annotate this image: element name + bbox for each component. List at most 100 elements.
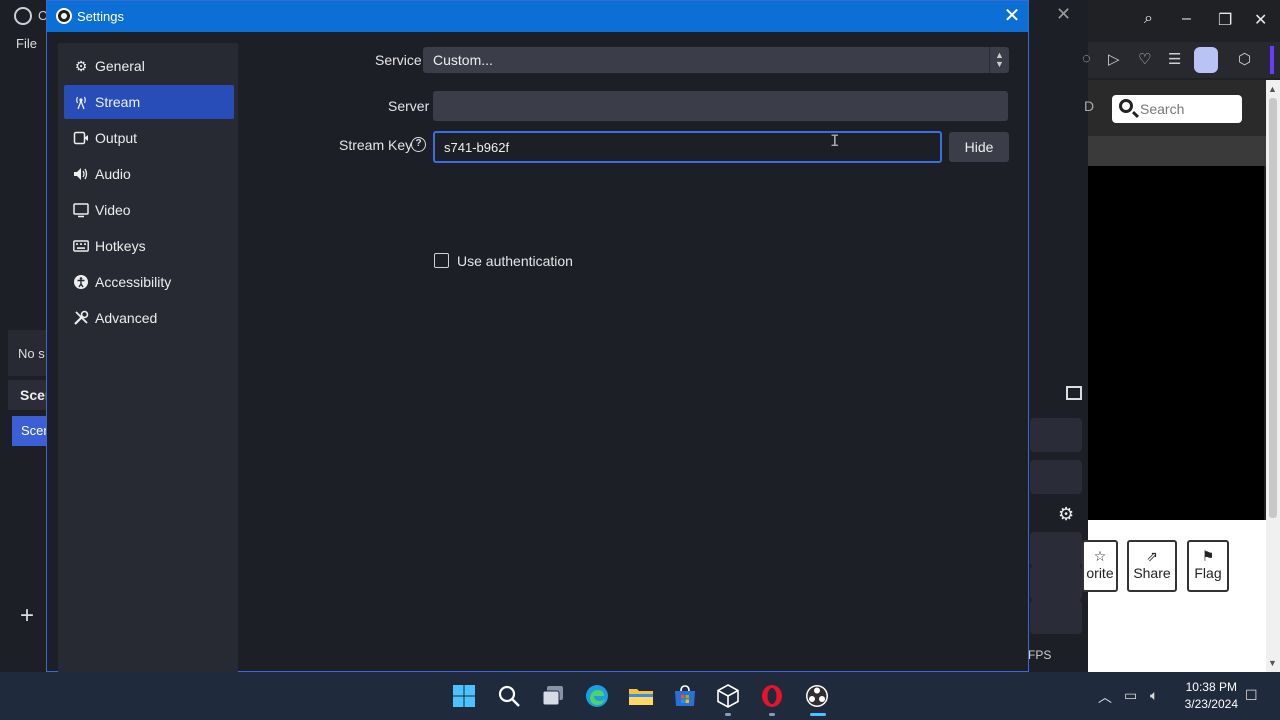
volume-icon[interactable]: 🔈︎ <box>1150 687 1158 704</box>
active-indicator <box>810 713 826 716</box>
play-icon[interactable]: ▷ <box>1108 50 1120 68</box>
use-authentication-label[interactable]: Use authentication <box>457 253 573 269</box>
nav-label: Audio <box>95 166 131 182</box>
use-authentication-checkbox[interactable] <box>434 253 449 268</box>
share-button[interactable]: ⇗ Share <box>1127 540 1177 592</box>
nav-label: General <box>95 58 145 74</box>
tray-chevron-up-icon[interactable]: ︿ <box>1098 687 1112 707</box>
opera-icon[interactable] <box>760 684 784 708</box>
service-label: Service <box>375 52 422 68</box>
gear-icon[interactable]: ⚙ <box>1058 504 1074 525</box>
restore-icon[interactable]: ❐ <box>1218 10 1232 30</box>
nav-label: Advanced <box>95 310 158 326</box>
site-search-input[interactable]: Search <box>1112 95 1242 123</box>
taskbar-search-icon[interactable] <box>497 684 521 708</box>
task-view-icon[interactable] <box>541 684 565 708</box>
edge-browser-icon[interactable] <box>585 684 609 708</box>
list-icon[interactable]: ☰ <box>1168 50 1181 68</box>
running-indicator <box>769 713 775 716</box>
close-icon[interactable]: ✕ <box>1254 10 1267 30</box>
toolbar-partial-icon[interactable]: ◌ <box>1082 50 1091 67</box>
nav-label: Stream <box>95 94 141 110</box>
nav-stream[interactable]: Stream <box>64 85 234 119</box>
controls-button[interactable] <box>1030 460 1082 494</box>
search-icon <box>1119 99 1133 113</box>
taskbar: ︿ ▭ 🔈︎ 10:38 PM 3/23/2024 ☐ <box>0 672 1280 720</box>
menu-file[interactable]: File <box>16 36 37 51</box>
page-nav-band <box>1088 136 1268 166</box>
running-indicator <box>725 713 731 716</box>
nav-video[interactable]: Video <box>64 193 234 227</box>
output-icon <box>72 130 90 146</box>
share-label: Share <box>1133 565 1171 581</box>
clock-date[interactable]: 3/23/2024 <box>1180 697 1238 711</box>
obs-taskbar-icon[interactable] <box>805 684 829 708</box>
windows-start-icon[interactable] <box>452 684 476 708</box>
file-explorer-icon[interactable] <box>628 684 653 708</box>
browser-toolbar: ◌ ▷ ♡ ☰ ⬡ <box>1082 42 1280 78</box>
page-scrollbar[interactable]: ▲ ▼ <box>1266 80 1280 672</box>
obs-close-icon[interactable]: ✕ <box>1056 4 1071 25</box>
network-icon[interactable]: ▭ <box>1124 687 1137 704</box>
no-source-text: No s <box>18 346 45 361</box>
service-select[interactable]: Custom... ▲ ▼ <box>423 47 1009 73</box>
video-player[interactable] <box>1088 166 1264 520</box>
settings-dialog: Settings ✕ ⚙ General Stream Output Audio <box>46 0 1029 673</box>
controls-button[interactable] <box>1030 566 1082 600</box>
unity-cube-icon[interactable] <box>716 684 740 708</box>
help-icon[interactable]: ? <box>411 137 426 152</box>
controls-button[interactable] <box>1030 532 1082 566</box>
close-button[interactable]: ✕ <box>997 3 1027 29</box>
flag-button[interactable]: ⚑ Flag <box>1187 540 1229 592</box>
header-fragment: D <box>1084 98 1095 114</box>
scenes-dock-header: Scen <box>8 380 53 410</box>
nav-label: Accessibility <box>95 274 172 290</box>
service-value: Custom... <box>433 52 493 68</box>
hide-button[interactable]: Hide <box>949 132 1009 162</box>
nav-general[interactable]: ⚙ General <box>64 49 234 83</box>
nav-label: Output <box>95 130 138 146</box>
scroll-up-icon[interactable]: ▲ <box>1268 84 1277 94</box>
gear-icon: ⚙ <box>74 58 88 74</box>
browser-window: ⌕ – ❐ ✕ ◌ ▷ ♡ ☰ ⬡ D Search ☆ orite ⇗ Sha… <box>1082 0 1280 672</box>
nav-label: Hotkeys <box>95 238 146 254</box>
store-icon[interactable] <box>673 684 697 708</box>
undock-icon[interactable] <box>1066 386 1082 400</box>
cube-icon[interactable]: ⬡ <box>1238 50 1251 68</box>
nav-hotkeys[interactable]: Hotkeys <box>64 229 234 263</box>
controls-button[interactable] <box>1030 600 1082 634</box>
heart-icon[interactable]: ♡ <box>1138 50 1151 68</box>
stream-key-value: s741-b962f <box>444 140 510 155</box>
add-scene-button[interactable]: + <box>20 604 34 628</box>
scroll-down-icon[interactable]: ▼ <box>1268 658 1277 668</box>
scene-list-item[interactable]: Scen <box>12 416 51 446</box>
favorite-button[interactable]: ☆ orite <box>1082 540 1118 592</box>
obs-logo-icon <box>14 7 32 25</box>
stream-key-input[interactable]: s741-b962f <box>433 131 942 163</box>
nav-output[interactable]: Output <box>64 121 234 155</box>
browser-search-icon[interactable]: ⌕ <box>1144 10 1153 28</box>
notification-icon[interactable]: ☐ <box>1245 687 1258 704</box>
nav-label: Video <box>95 202 131 218</box>
antenna-icon <box>72 94 90 110</box>
tools-icon <box>72 310 90 326</box>
speaker-icon <box>72 166 90 182</box>
controls-button[interactable] <box>1030 418 1082 452</box>
clock-time[interactable]: 10:38 PM <box>1183 680 1237 694</box>
star-icon: ☆ <box>1093 548 1107 564</box>
settings-titlebar: Settings ✕ <box>47 1 1028 32</box>
profile-icon[interactable] <box>1194 47 1218 73</box>
share-icon: ⇗ <box>1146 548 1158 564</box>
minimize-icon[interactable]: – <box>1182 10 1191 28</box>
updown-arrows-icon: ▲ ▼ <box>989 47 1009 73</box>
settings-title: Settings <box>77 9 124 24</box>
server-input[interactable] <box>433 91 1008 121</box>
keyboard-icon <box>72 238 90 254</box>
nav-advanced[interactable]: Advanced <box>64 301 234 335</box>
favorite-label: orite <box>1086 565 1114 581</box>
nav-accessibility[interactable]: Accessibility <box>64 265 234 299</box>
obs-logo-icon <box>56 8 72 24</box>
nav-audio[interactable]: Audio <box>64 157 234 191</box>
scrollbar-thumb[interactable] <box>1269 98 1277 518</box>
server-label: Server <box>388 98 430 114</box>
